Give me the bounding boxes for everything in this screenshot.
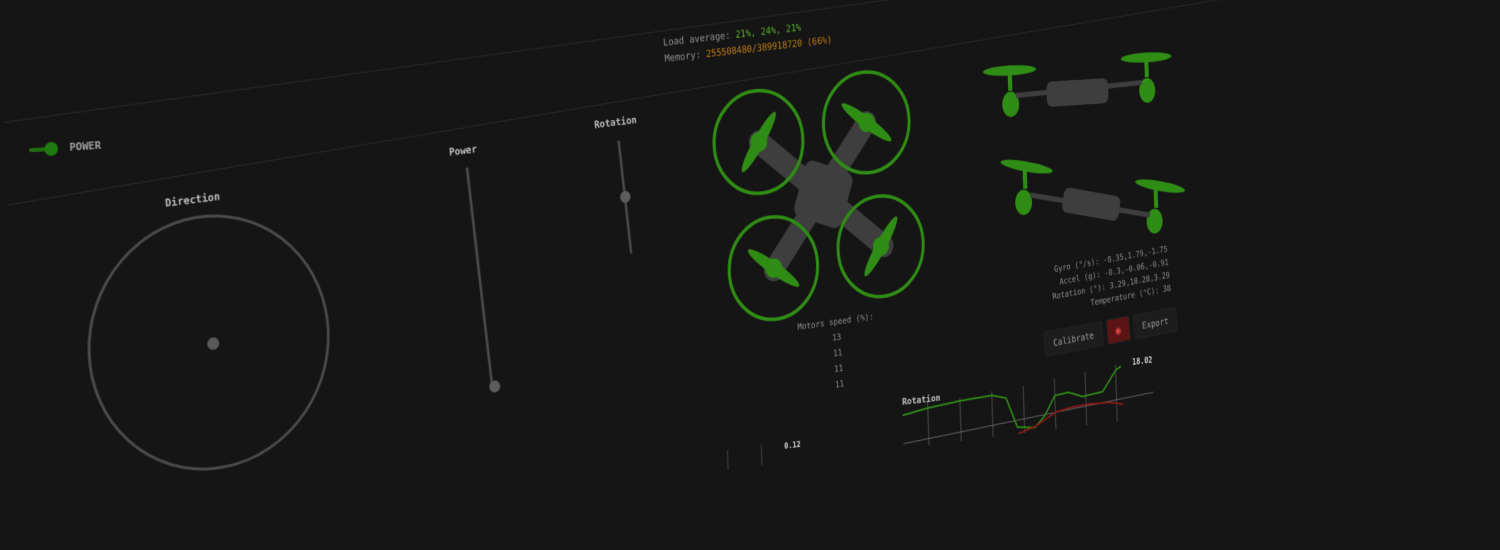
rotation-chart: Rotation 18.02: [898, 350, 1164, 449]
record-button[interactable]: ◉: [1106, 316, 1131, 345]
rotation-series-green: [902, 366, 1123, 444]
rotation-chart-grid: [902, 361, 1154, 448]
memory-label: Memory:: [664, 49, 701, 65]
dashboard-stage: Load average: 21%, 24%, 21% Memory: 2555…: [0, 0, 1500, 550]
export-button[interactable]: Export: [1132, 307, 1178, 340]
system-info: Load average: 21%, 24%, 21% Memory: 2555…: [663, 17, 833, 68]
power-slider-track[interactable]: [466, 167, 494, 385]
bottom-chart: 0.12: [699, 434, 807, 474]
joystick-handle[interactable]: [207, 337, 219, 351]
power-slider-label: Power: [449, 143, 478, 158]
rotation-chart-title: Rotation: [902, 392, 941, 408]
rotation-slider-label: Rotation: [594, 114, 637, 131]
dashboard-panel: Load average: 21%, 24%, 21% Memory: 2555…: [0, 0, 1213, 548]
motor-speeds: Motors speed (%): 13 11 11 11: [787, 308, 889, 400]
sensor-readouts: Gyro (°/s): -8.35,1.79,-1.75 Accel (g): …: [1032, 243, 1172, 321]
rotation-chart-value: 18.02: [1132, 356, 1152, 367]
drone-top-view: [704, 65, 937, 327]
direction-label: Direction: [165, 190, 221, 209]
drone-frame: [758, 122, 884, 271]
rotation-slider-knob[interactable]: [620, 191, 631, 204]
drone-side-view-side: [998, 146, 1198, 254]
power-slider-knob[interactable]: [489, 380, 500, 393]
bottom-chart-value: 0.12: [784, 441, 801, 452]
drone-side-view-front: [981, 44, 1182, 149]
power-toggle-label: POWER: [69, 139, 101, 154]
power-toggle[interactable]: [29, 141, 59, 159]
calibrate-button[interactable]: Calibrate: [1043, 321, 1104, 357]
direction-joystick[interactable]: [83, 206, 334, 484]
power-toggle-knob: [44, 142, 58, 157]
